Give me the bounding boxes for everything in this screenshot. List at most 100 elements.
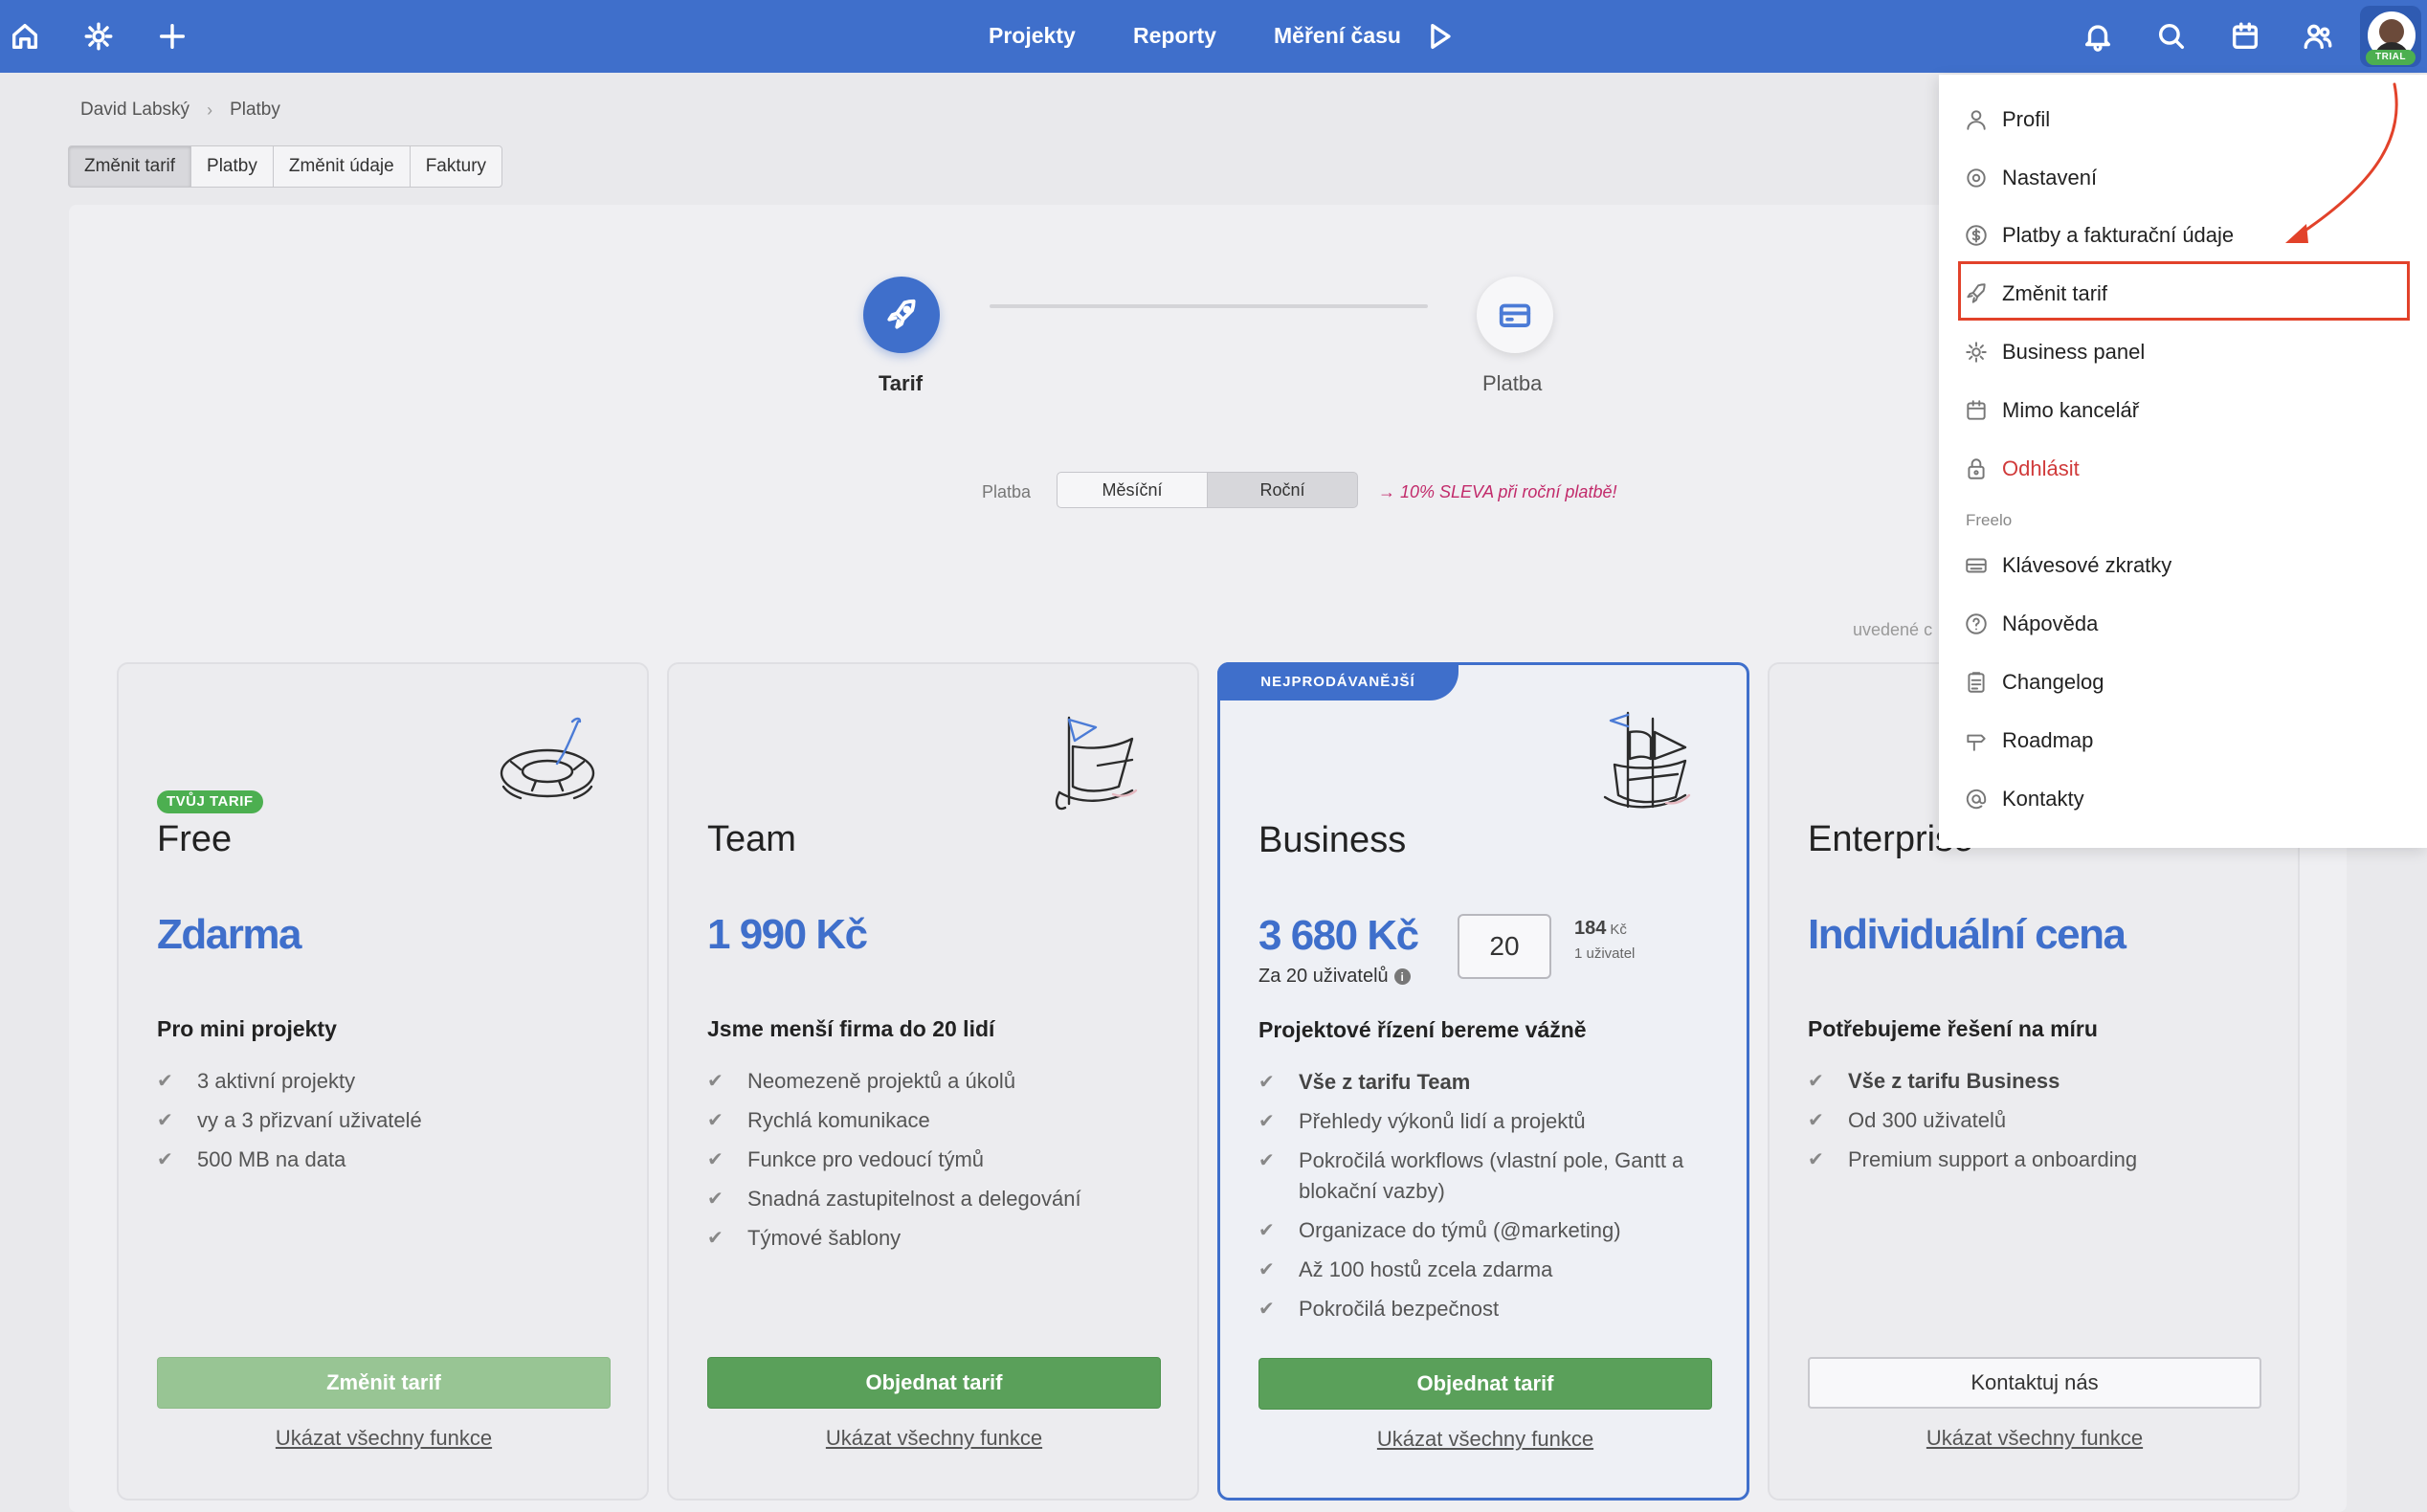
feature-item: ✔ Vše z tarifu Business	[1808, 1066, 2267, 1097]
feature-item: ✔ Vše z tarifu Team	[1258, 1067, 1718, 1098]
plan-name: Free	[157, 819, 233, 859]
menu-item-odhlasit[interactable]: Odhlásit	[1964, 456, 2080, 481]
menu-item-roadmap[interactable]: Roadmap	[1964, 728, 2093, 753]
discount-note: → 10% SLEVA při roční platbě!	[1378, 482, 1617, 501]
contact-us-button[interactable]: Kontaktuj nás	[1808, 1357, 2261, 1409]
order-plan-button[interactable]: Objednat tarif	[1258, 1358, 1712, 1410]
menu-item-mimo-kancelar[interactable]: Mimo kancelář	[1964, 398, 2139, 423]
feature-item: ✔ Pokročilá workflows (vlastní pole, Gant…	[1258, 1145, 1718, 1207]
menu-item-klavesove-zkratky[interactable]: Klávesové zkratky	[1964, 553, 2171, 578]
feature-item: ✔ Pokročilá bezpečnost	[1258, 1294, 1718, 1324]
plan-card-business: NEJPRODÁVANĚJŠÍ Business 3 680 Kč Za 20 …	[1217, 662, 1749, 1501]
plus-icon[interactable]	[153, 17, 191, 56]
nav-reporty[interactable]: Reporty	[1133, 23, 1216, 49]
user-icon	[1967, 110, 1986, 130]
at-icon	[1966, 789, 1987, 810]
gear-icon	[1966, 342, 1987, 363]
keyboard-icon	[1966, 558, 1987, 573]
user-avatar-button[interactable]: TRIAL	[2360, 6, 2421, 67]
check-icon: ✔	[707, 1071, 724, 1092]
current-plan-badge: TVŮJ TARIF	[157, 790, 263, 813]
menu-item-platby[interactable]: Platby a fakturační údaje	[1964, 223, 2234, 248]
check-icon: ✔	[157, 1071, 173, 1092]
feature-item: ✔ Organizace do týmů (@marketing)	[1258, 1215, 1718, 1246]
check-icon: ✔	[1258, 1220, 1275, 1241]
step-tarif-label: Tarif	[879, 371, 924, 395]
change-plan-button[interactable]: Změnit tarif	[157, 1357, 611, 1409]
check-icon: ✔	[1808, 1149, 1824, 1170]
show-all-features-link[interactable]: Ukázat všechny funkce	[157, 1426, 611, 1451]
trial-badge: TRIAL	[2366, 50, 2416, 65]
price-subtext: Za 20 uživatelů i	[1258, 966, 1411, 988]
step-progress-line	[990, 304, 1428, 308]
payment-tabs: Změnit tarif Platby Změnit údaje Faktury	[68, 145, 503, 188]
plan-card-team: Team 1 990 Kč Jsme menší firma do 20 lid…	[667, 662, 1199, 1501]
tab-zmenit-udaje[interactable]: Změnit údaje	[272, 145, 411, 188]
menu-item-changelog[interactable]: Changelog	[1964, 670, 2104, 695]
tab-faktury[interactable]: Faktury	[409, 145, 503, 188]
plan-price: Individuální cena	[1808, 911, 2126, 958]
play-icon[interactable]	[1420, 17, 1458, 56]
top-bar: Projekty Reporty Měření času TRIAL	[0, 0, 2427, 73]
feature-item: ✔ Týmové šablony	[707, 1223, 1167, 1254]
billing-monthly-option[interactable]: Měsíční	[1057, 472, 1208, 508]
step-platba-circle	[1477, 277, 1553, 353]
check-icon: ✔	[157, 1149, 173, 1170]
help-icon	[1966, 613, 1987, 634]
dollar-icon	[1966, 225, 1987, 246]
billing-toggle: Měsíční Roční	[1057, 472, 1358, 508]
gear-icon[interactable]	[79, 17, 118, 56]
boat-icon	[1040, 699, 1165, 823]
feature-item: ✔ Neomezeně projektů a úkolů	[707, 1066, 1167, 1097]
plan-price: 3 680 Kč	[1258, 912, 1419, 959]
users-icon[interactable]	[2299, 17, 2337, 56]
user-count-input[interactable]: 20	[1458, 914, 1551, 979]
feature-item: ✔ Funkce pro vedoucí týmů	[707, 1145, 1167, 1175]
tab-platby[interactable]: Platby	[190, 145, 274, 188]
show-all-features-link[interactable]: Ukázat všechny funkce	[1808, 1426, 2261, 1451]
annotation-highlight-box	[1958, 261, 2410, 321]
check-icon: ✔	[1258, 1299, 1275, 1320]
feature-item: ✔ Od 300 uživatelů	[1808, 1105, 2267, 1136]
nav-mereni-casu[interactable]: Měření času	[1274, 23, 1401, 49]
clipboard-icon	[1968, 672, 1985, 693]
feature-item: ✔ Premium support a onboarding	[1808, 1145, 2267, 1175]
breadcrumb-user[interactable]: David Labský	[80, 100, 189, 121]
breadcrumb: David Labský › Platby	[80, 100, 280, 121]
calendar-icon[interactable]	[2226, 17, 2264, 56]
show-all-features-link[interactable]: Ukázat všechny funkce	[1258, 1427, 1712, 1452]
home-icon[interactable]	[6, 17, 44, 56]
feature-item: ✔ Snadná zastupitelnost a delegování	[707, 1184, 1167, 1214]
gear-icon	[1967, 168, 1986, 188]
feature-item: ✔ 3 aktivní projekty	[157, 1066, 616, 1097]
signpost-icon	[1967, 734, 1986, 751]
check-icon: ✔	[707, 1110, 724, 1131]
search-icon[interactable]	[2152, 17, 2191, 56]
check-icon: ✔	[157, 1110, 173, 1131]
menu-item-nastaveni[interactable]: Nastavení	[1964, 166, 2097, 190]
lifebuoy-icon	[490, 699, 614, 823]
nav-projekty[interactable]: Projekty	[989, 23, 1076, 49]
info-icon[interactable]: i	[1393, 968, 1411, 985]
plan-tagline: Potřebujeme řešení na míru	[1808, 1016, 2098, 1041]
calendar-icon	[1967, 400, 1986, 420]
ship-icon	[1590, 700, 1714, 824]
step-platba-label: Platba	[1482, 371, 1543, 395]
menu-item-napoveda[interactable]: Nápověda	[1964, 611, 2098, 636]
plan-tagline: Projektové řízení bereme vážně	[1258, 1017, 1587, 1042]
check-icon: ✔	[1258, 1259, 1275, 1280]
feature-item: ✔ vy a 3 přizvaní uživatelé	[157, 1105, 616, 1136]
show-all-features-link[interactable]: Ukázat všechny funkce	[707, 1426, 1161, 1451]
menu-item-business-panel[interactable]: Business panel	[1964, 340, 2145, 365]
tab-zmenit-tarif[interactable]: Změnit tarif	[68, 145, 192, 188]
billing-yearly-option[interactable]: Roční	[1207, 472, 1358, 508]
check-icon: ✔	[707, 1228, 724, 1249]
menu-item-profil[interactable]: Profil	[1964, 107, 2050, 132]
plan-price: 1 990 Kč	[707, 911, 868, 958]
menu-item-kontakty[interactable]: Kontakty	[1964, 787, 2084, 812]
check-icon: ✔	[1258, 1111, 1275, 1132]
bell-icon[interactable]	[2079, 17, 2117, 56]
card-icon	[1499, 303, 1531, 327]
check-icon: ✔	[1258, 1150, 1275, 1171]
order-plan-button[interactable]: Objednat tarif	[707, 1357, 1161, 1409]
